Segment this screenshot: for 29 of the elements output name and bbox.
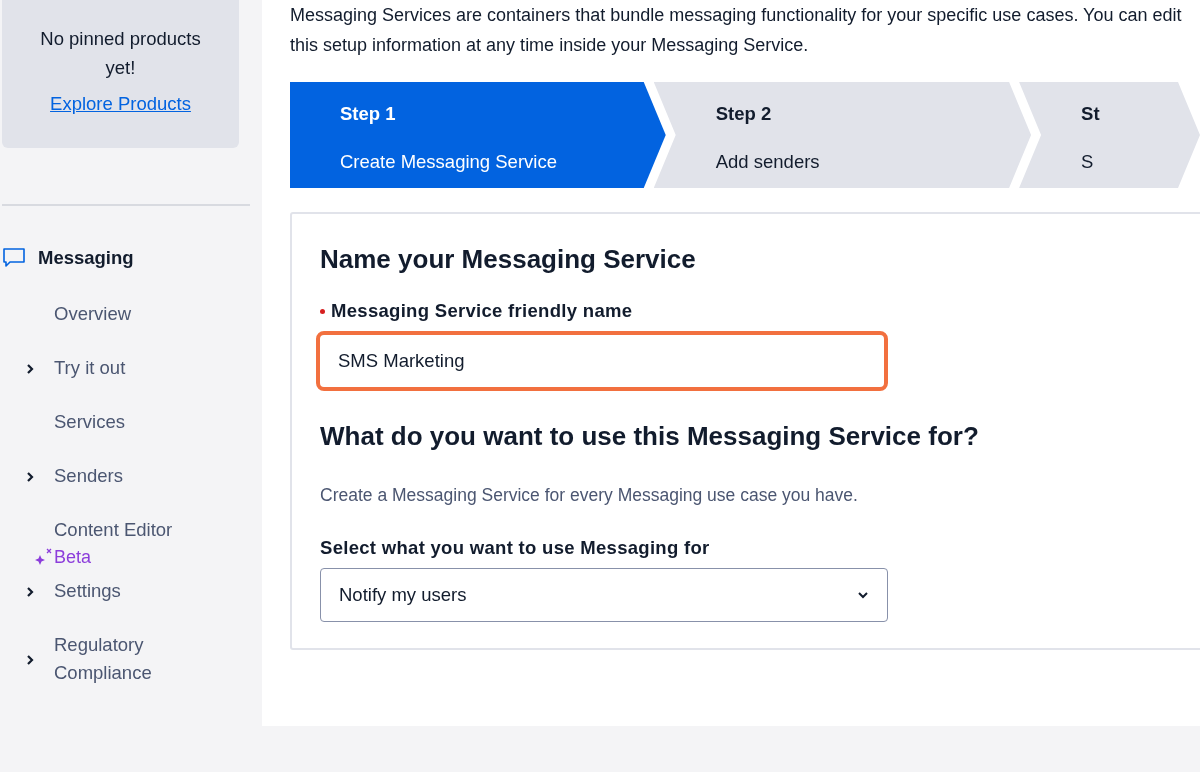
step-tab[interactable]: St S (1019, 82, 1200, 188)
nav-item[interactable]: Services (54, 407, 224, 436)
field-label: Messaging Service friendly name (331, 299, 633, 324)
field-label: Select what you want to use Messaging for (320, 536, 710, 561)
chevron-icon[interactable] (26, 653, 34, 666)
chevron-icon[interactable] (26, 585, 34, 598)
step-tab[interactable]: Step 1 Create Messaging Service (290, 82, 666, 188)
step-tab[interactable]: Step 2 Add senders (653, 82, 1032, 188)
beta-label: Beta (54, 545, 92, 569)
nav-item[interactable]: Try it out (54, 353, 224, 382)
nav-item[interactable]: Settings (54, 576, 224, 605)
select-dropdown[interactable]: Notify my users (320, 568, 888, 623)
help-text: Create a Messaging Service for every Messaging use case you have. (320, 484, 859, 508)
nav-item[interactable]: Regulatory Compliance (54, 630, 224, 687)
chat-bubble-icon (2, 246, 26, 269)
nav-item[interactable]: Overview (54, 299, 224, 328)
nav-item[interactable]: Senders (54, 461, 224, 490)
chevron-icon[interactable] (26, 470, 34, 483)
section-heading: What do you want to use this Messaging Service for? (320, 420, 980, 453)
form-heading: Name your Messaging Service (320, 244, 697, 276)
chevron-icon[interactable] (26, 362, 34, 375)
intro-text: Messaging Services are containers that bundle messaging functionality for your specific use cases. You can edit this setup information at any time inside your Messaging Service. (290, 4, 1183, 57)
empty-message: No pinned products yet! (39, 27, 202, 80)
text-input[interactable]: SMS Marketing (316, 330, 888, 391)
section-title: Messaging (38, 246, 134, 270)
explore-products-link[interactable]: Explore Products (50, 90, 191, 118)
nav-item[interactable]: Content Editor (54, 515, 224, 544)
chevron-down-icon (857, 591, 869, 600)
sparkle-icon (34, 548, 54, 567)
